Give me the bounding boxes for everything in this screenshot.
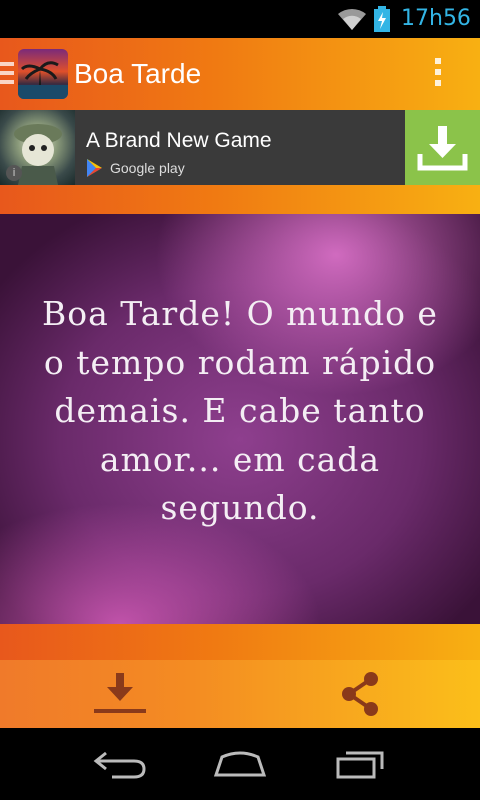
overflow-menu-icon[interactable] [432,58,444,92]
bottom-toolbar [0,660,480,728]
google-play-icon [87,159,102,177]
quote-image: Boa Tarde! O mundo e o tempo rodam rápid… [0,214,480,624]
ad-title[interactable]: A Brand New Game [86,128,272,154]
clock: 17h56 [401,6,471,31]
info-icon[interactable]: i [6,165,22,181]
back-button[interactable] [90,746,150,782]
store-label: Google play [110,160,185,176]
app-title: Boa Tarde [74,58,202,89]
navigation-bar [0,728,480,800]
app-icon[interactable] [18,49,68,99]
save-button[interactable] [0,660,240,728]
back-icon [93,751,146,779]
home-icon [213,751,267,777]
save-download-icon [94,673,146,713]
ad-download-button[interactable] [405,110,480,185]
wifi-icon [338,8,366,30]
recent-apps-icon [336,751,384,779]
game-icon[interactable]: i [0,110,75,185]
recent-apps-button[interactable] [330,746,390,782]
status-bar: 17h56 [0,0,480,38]
home-button[interactable] [210,746,270,782]
drawer-icon[interactable] [0,62,14,86]
download-icon [417,126,468,171]
google-play-badge[interactable]: Google play [86,158,185,178]
quote-text: Boa Tarde! O mundo e o tempo rodam rápid… [42,294,438,527]
battery-charging-icon [374,6,390,32]
action-bar: Boa Tarde [0,38,480,110]
ad-banner[interactable]: i A Brand New Game Google play [0,110,480,185]
bottom-strip [0,624,480,660]
share-button[interactable] [240,660,480,728]
share-icon [342,672,378,716]
